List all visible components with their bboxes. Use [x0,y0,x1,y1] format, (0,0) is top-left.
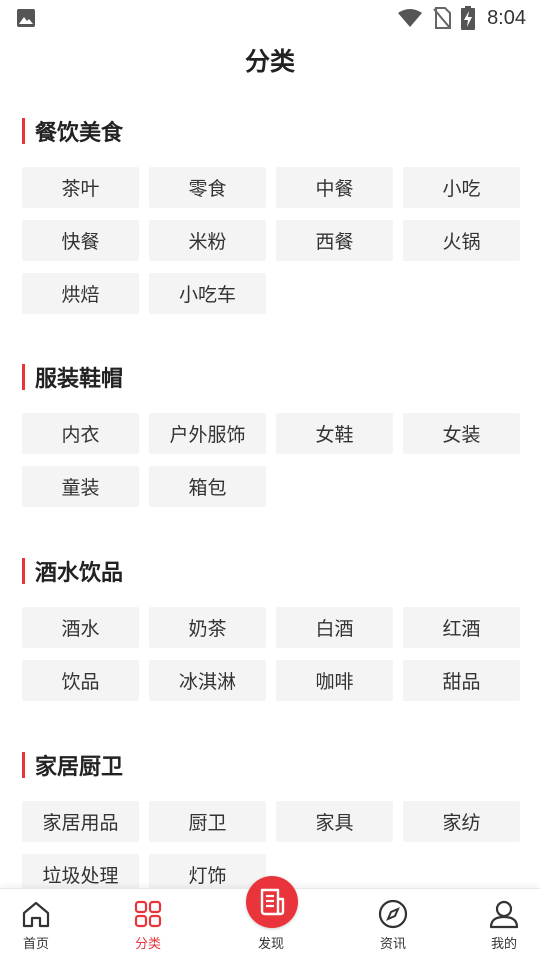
nav-item-profile[interactable]: 我的 [464,889,540,960]
battery-charging-icon [461,6,476,30]
category-tag[interactable]: 零食 [149,167,266,208]
category-tag[interactable]: 中餐 [276,167,393,208]
category-tag[interactable]: 西餐 [276,220,393,261]
category-tag[interactable]: 箱包 [149,466,266,507]
category-tag[interactable]: 小吃 [403,167,520,208]
compass-icon [378,899,408,929]
category-tag[interactable]: 火锅 [403,220,520,261]
status-bar: 8:04 [0,0,540,36]
section-header: 服装鞋帽 [22,363,124,392]
category-content[interactable]: 餐饮美食 茶叶 零食 中餐 小吃 快餐 米粉 西餐 火锅 烘焙 小吃车 服装鞋帽… [0,100,540,890]
image-icon [17,9,35,27]
user-icon [489,900,519,929]
home-icon [22,901,50,928]
category-tag[interactable]: 家居用品 [22,801,139,842]
category-tag[interactable]: 饮品 [22,660,139,701]
category-tag[interactable]: 茶叶 [22,167,139,208]
status-time: 8:04 [487,6,526,29]
category-tag[interactable]: 甜品 [403,660,520,701]
section-accent-bar [22,558,25,584]
section-title: 餐饮美食 [35,121,124,146]
category-tag[interactable]: 女鞋 [276,413,393,454]
no-sim-icon [433,7,452,29]
category-tag[interactable]: 女装 [403,413,520,454]
category-tag[interactable]: 户外服饰 [149,413,266,454]
category-tag[interactable]: 白酒 [276,607,393,648]
category-tag[interactable]: 小吃车 [149,273,266,314]
section-header: 酒水饮品 [22,557,124,586]
discover-button[interactable] [246,876,298,928]
section-title: 服装鞋帽 [35,367,124,392]
page-title: 分类 [244,47,295,76]
document-icon [260,888,285,916]
category-tag[interactable]: 厨卫 [149,801,266,842]
section-accent-bar [22,364,25,390]
nav-item-category[interactable]: 分类 [108,889,188,960]
category-tag[interactable]: 咖啡 [276,660,393,701]
category-tag[interactable]: 奶茶 [149,607,266,648]
category-tag[interactable]: 童装 [22,466,139,507]
section-accent-bar [22,118,25,144]
category-tag[interactable]: 灯饰 [149,854,266,890]
nav-item-news[interactable]: 资讯 [353,889,433,960]
nav-label: 分类 [134,937,161,952]
category-tag[interactable]: 垃圾处理 [22,854,139,890]
section-header: 家居厨卫 [22,751,124,780]
category-tag[interactable]: 内衣 [22,413,139,454]
grid-icon [134,900,162,928]
category-tag[interactable]: 快餐 [22,220,139,261]
nav-label: 发现 [257,937,284,952]
section-title: 家居厨卫 [35,755,124,780]
section-accent-bar [22,752,25,778]
nav-label: 资讯 [379,937,406,952]
category-tag[interactable]: 家纺 [403,801,520,842]
wifi-icon [398,9,423,27]
nav-label: 我的 [490,937,517,952]
category-tag[interactable]: 红酒 [403,607,520,648]
category-tag[interactable]: 家具 [276,801,393,842]
section-header: 餐饮美食 [22,117,124,146]
nav-label: 首页 [22,937,49,952]
category-tag[interactable]: 烘焙 [22,273,139,314]
category-tag[interactable]: 酒水 [22,607,139,648]
section-title: 酒水饮品 [35,561,124,586]
category-tag[interactable]: 冰淇淋 [149,660,266,701]
nav-item-home[interactable]: 首页 [0,889,76,960]
category-tag[interactable]: 米粉 [149,220,266,261]
